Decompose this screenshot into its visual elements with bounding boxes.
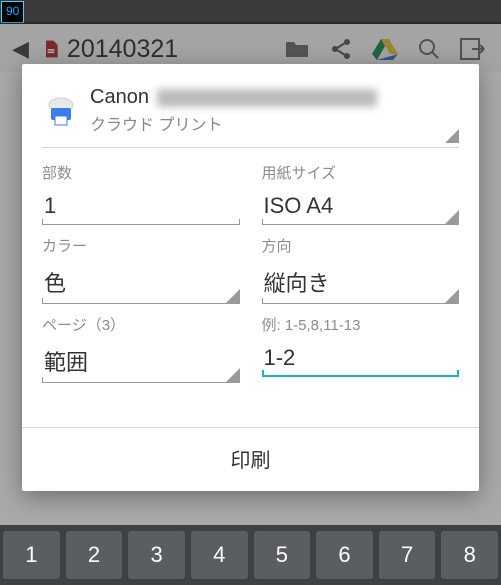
printer-selector[interactable]: Canon クラウド プリント: [42, 78, 459, 143]
orientation-field[interactable]: 方向 縦向き: [262, 231, 460, 304]
dropdown-indicator-icon: [226, 368, 240, 382]
printer-name-redacted: [157, 89, 377, 107]
soft-keyboard: 1 2 3 4 5 6 7 8: [0, 525, 501, 585]
print-button[interactable]: 印刷: [22, 427, 479, 491]
key-4[interactable]: 4: [191, 531, 248, 579]
print-dialog: Canon クラウド プリント 部数 1 用紙サイズ ISO A4: [22, 64, 479, 491]
dropdown-indicator-icon: [445, 129, 459, 143]
key-5[interactable]: 5: [254, 531, 311, 579]
dropdown-indicator-icon: [226, 289, 240, 303]
copies-label: 部数: [42, 162, 240, 183]
orientation-label: 方向: [262, 235, 460, 256]
printer-name: Canon: [90, 86, 149, 109]
key-6[interactable]: 6: [316, 531, 373, 579]
color-value: 色: [44, 271, 66, 296]
dropdown-indicator-icon: [445, 210, 459, 224]
key-2[interactable]: 2: [66, 531, 123, 579]
paper-size-label: 用紙サイズ: [262, 162, 460, 183]
pages-value: 範囲: [44, 350, 88, 375]
copies-value: 1: [44, 193, 56, 218]
key-3[interactable]: 3: [128, 531, 185, 579]
color-field[interactable]: カラー 色: [42, 231, 240, 304]
page-range-value: 1-2: [264, 345, 296, 370]
pages-field[interactable]: ページ（3） 範囲: [42, 310, 240, 383]
page-range-input[interactable]: 例: 1-5,8,11-13 1-2: [262, 310, 460, 383]
print-button-label: 印刷: [231, 450, 271, 472]
page-range-hint: 例: 1-5,8,11-13: [262, 314, 460, 335]
orientation-value: 縦向き: [264, 271, 330, 296]
key-8[interactable]: 8: [441, 531, 498, 579]
printer-subtitle: クラウド プリント: [90, 111, 377, 135]
pages-label: ページ（3）: [42, 314, 240, 335]
paper-size-value: ISO A4: [264, 193, 334, 218]
dropdown-indicator-icon: [445, 289, 459, 303]
battery-percent: 90: [6, 4, 19, 18]
color-label: カラー: [42, 235, 240, 256]
cloud-printer-icon: [44, 94, 78, 128]
divider: [42, 147, 459, 148]
key-7[interactable]: 7: [379, 531, 436, 579]
copies-field[interactable]: 部数 1: [42, 158, 240, 225]
status-bar: 90: [1, 1, 24, 23]
key-1[interactable]: 1: [3, 531, 60, 579]
paper-size-field[interactable]: 用紙サイズ ISO A4: [262, 158, 460, 225]
